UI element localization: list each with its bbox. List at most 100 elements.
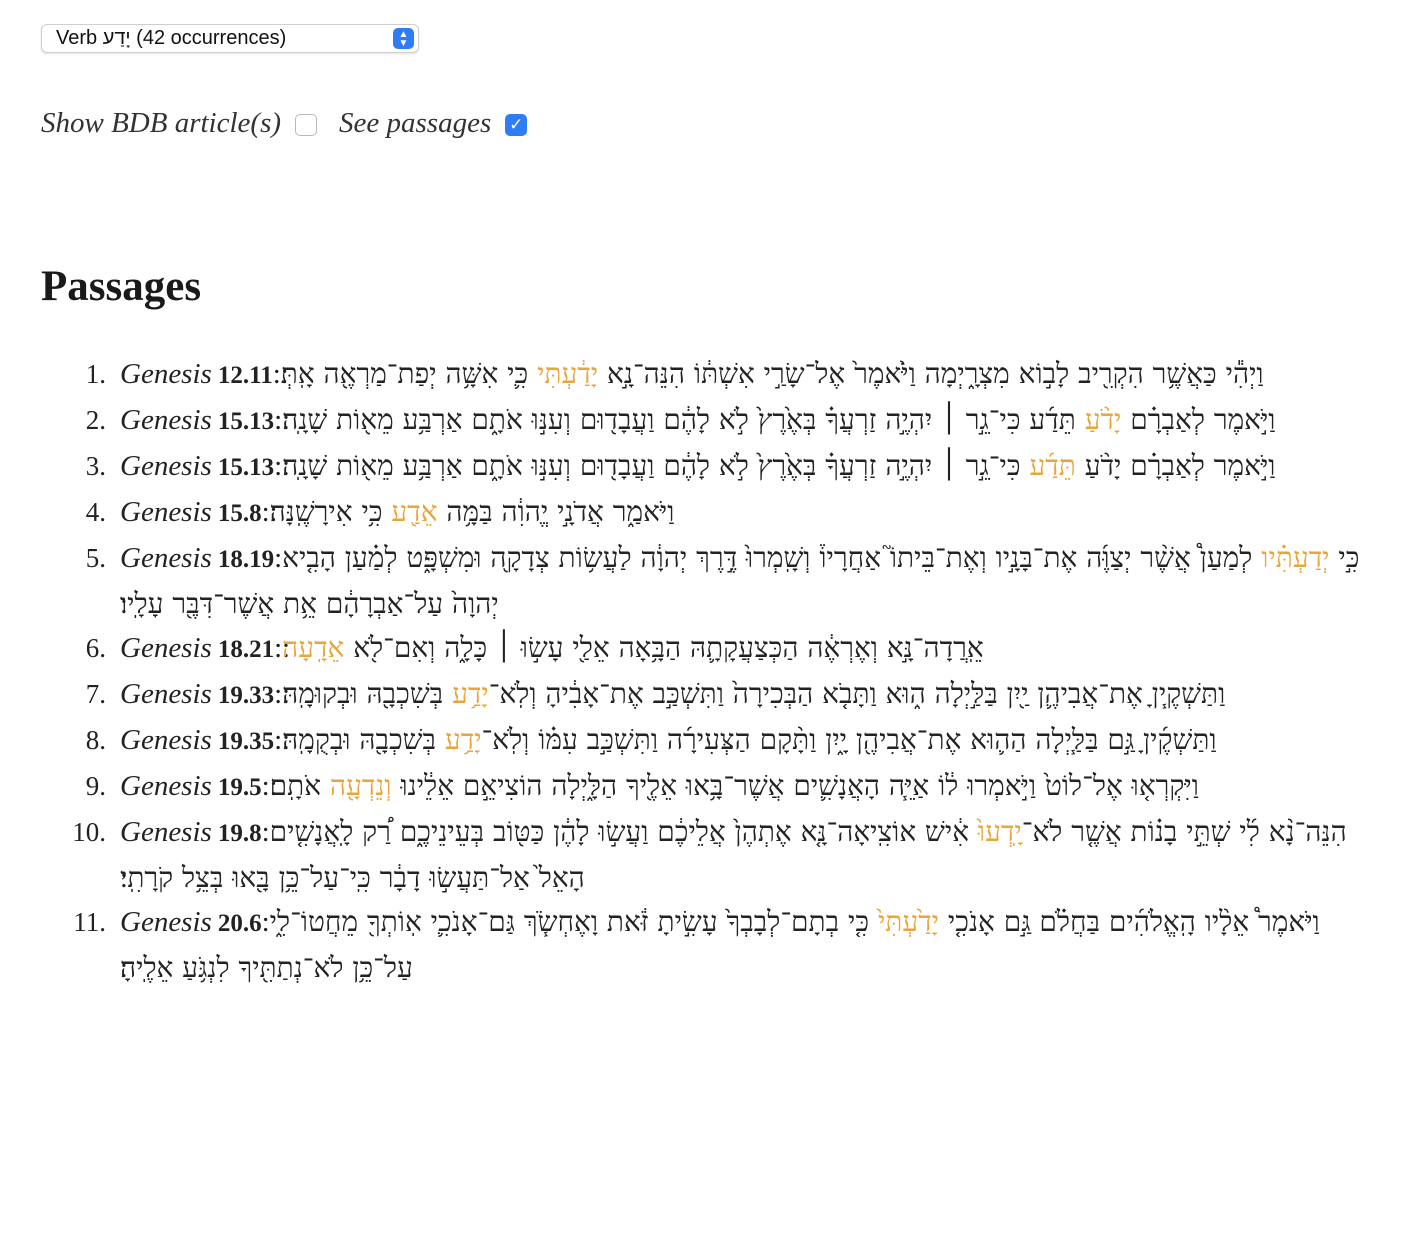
verse-text-after: לְמַעַן֩ אֲשֶׁ֨ר יְצַוֶּ֜ה אֶת־בָּנָ֣יו … [120, 541, 1262, 620]
passage-book: Genesis [120, 542, 212, 574]
passage-reference: 20.6 [217, 910, 262, 937]
lexeme-select-value: Verb יָדַע (42 occurrences) [56, 27, 287, 49]
hebrew-verse: אֵֽרֲדָה־נָּ֣א וְאֶרְאֶ֔ה הַכְּצַעֲקָתָ֛… [282, 631, 984, 664]
verse-text-after: בְּשִׁכְבָ֖הּ וּבְקוּמָֽהּ׃ [282, 677, 453, 710]
passage-book: Genesis [120, 358, 212, 390]
passage-number: 9. [85, 771, 106, 801]
passage-item: 1. Genesis 12.11: וַיְהִ֕י כַּאֲשֶׁ֥ר הִקְר… [0, 352, 1390, 398]
reference-separator: : [274, 632, 283, 664]
verse-text-before: וַתַּשְׁקֶ֧יןָ אֶת־אֲבִיהֶ֛ן יַ֖יִן בַּל… [488, 677, 1226, 710]
verse-text-before: וַיֹּאמֶר֩ אֵלָ֨יו הָֽאֱלֹהִ֜ים בַּחֲלֹ֗… [939, 905, 1320, 938]
lexeme-select[interactable]: Verb יָדַע (42 occurrences) ▲ ▼ [41, 24, 419, 53]
hebrew-verse: וַתַּשְׁקֶ֧יןָ אֶת־אֲבִיהֶ֛ן יַ֖יִן בַּל… [282, 677, 1225, 710]
passage-list: 1. Genesis 12.11: וַיְהִ֕י כַּאֲשֶׁ֥ר הִקְר… [0, 352, 1390, 990]
reference-separator: : [261, 770, 270, 802]
verse-text-before: וַיֹּ֣אמֶר לְאַבְרָ֗ם [1121, 403, 1276, 436]
passage-number: 1. [85, 359, 106, 389]
passage-number: 5. [85, 543, 106, 573]
passage-item: 10. Genesis 19.8: הִנֵּה־נָ֨א לִ֜י שְׁתֵּ֣י… [0, 810, 1390, 900]
highlighted-word: יָדֹ֨עַ [1084, 403, 1122, 436]
passage-book: Genesis [120, 906, 212, 938]
reference-separator: : [261, 496, 270, 528]
passage-item: 5. Genesis 18.19: כִּ֣י יְדַעְתִּ֗יו לְמַעַ… [0, 536, 1390, 626]
highlighted-word: יְדַעְתִּ֗יו [1261, 541, 1330, 574]
highlighted-word: יָֽדְעוּ֙ [977, 815, 1022, 848]
highlighted-word: יָדַ֙עְתִּי֙ [877, 905, 940, 938]
passage-item: 11. Genesis 20.6: וַיֹּאמֶר֩ אֵלָ֨יו הָֽאֱל… [0, 900, 1390, 990]
reference-separator: : [274, 678, 283, 710]
hebrew-verse: וַיְהִ֕י כַּאֲשֶׁ֥ר הִקְרִ֖יב לָב֣וֹא מִ… [281, 357, 1264, 390]
verse-text-before: וַיֹּ֣אמֶר לְאַבְרָ֗ם יָדֹ֨עַ [1075, 449, 1276, 482]
see-passages-label: See passages [339, 106, 492, 139]
highlighted-word: אֵדַ֖ע [391, 495, 438, 528]
passage-number: 8. [85, 725, 106, 755]
passage-reference: 15.8 [217, 500, 262, 527]
verse-text-after: כִּי־גֵ֣ר ׀ יִהְיֶ֣ה זַרְעֲךָ֗ בְּאֶ֙רֶץ… [282, 449, 1030, 482]
reference-separator: : [274, 542, 283, 574]
verse-text-before: וַתַּשְׁקֶ֜יןָ גַּ֣ם בַּלַּ֧יְלָה הַה֛וּ… [481, 723, 1217, 756]
passage-reference: 15.13 [217, 408, 275, 435]
passage-book: Genesis [120, 632, 212, 664]
options-row: Show BDB article(s) See passages ✓ [41, 103, 549, 143]
hebrew-verse: וַיֹּאמַ֑ר אֲדֹנָ֣י יֱהוִ֔ה בַּמָּ֥ה אֵד… [270, 495, 675, 528]
show-bdb-checkbox[interactable] [295, 114, 318, 136]
hebrew-verse: כִּ֣י יְדַעְתִּ֗יו לְמַעַן֩ אֲשֶׁ֨ר יְצַ… [120, 541, 1359, 620]
reference-separator: : [274, 404, 283, 436]
passage-book: Genesis [120, 724, 212, 756]
passage-number: 4. [85, 497, 106, 527]
passage-reference: 19.5 [217, 774, 262, 801]
see-passages-checkbox[interactable]: ✓ [505, 114, 528, 136]
verse-text-after: כִּ֥י אִירָשֶֽׁנָּה׃ [269, 495, 392, 528]
verse-text-after: כִּ֛י אִשָּׁ֥ה יְפַת־מַרְאֶ֖ה אָֽתְּ׃ [280, 357, 538, 390]
hebrew-verse: וַיִּקְרְא֤וּ אֶל־לוֹט֙ וַיֹּ֣אמְרוּ ל֔ו… [270, 769, 1199, 802]
passage-book: Genesis [120, 816, 212, 848]
hebrew-verse: וַיֹּ֣אמֶר לְאַבְרָ֗ם יָדֹ֨עַ תֵּדַ֜ע כִ… [282, 403, 1275, 436]
verse-text-before: כִּ֣י [1329, 541, 1360, 574]
verse-text-before: אֵֽרֲדָה־נָּ֣א וְאֶרְאֶ֔ה הַכְּצַעֲקָתָ֛… [344, 631, 984, 664]
verse-text-after: אֹתָֽם׃ [269, 769, 330, 802]
passage-reference: 12.11 [217, 362, 273, 389]
passage-item: 9. Genesis 19.5: וַיִּקְרְא֤וּ אֶל־לוֹט֙ וַ… [0, 764, 1390, 810]
select-stepper-icon[interactable]: ▲ ▼ [393, 28, 414, 49]
passage-reference: 15.13 [217, 454, 275, 481]
passage-number: 3. [85, 451, 106, 481]
passages-heading: Passages [41, 263, 202, 310]
passage-number: 7. [85, 679, 106, 709]
verse-text-after: בְּשִׁכְבָ֖הּ וּבְקֻמָֽהּ׃ [282, 723, 445, 756]
show-bdb-label: Show BDB article(s) [41, 106, 282, 139]
passage-reference: 18.19 [217, 546, 275, 573]
passage-item: 7. Genesis 19.33: וַתַּשְׁקֶ֧יןָ אֶת־אֲבִיה… [0, 672, 1390, 718]
highlighted-word: וְנֵדְעָ֖ה [329, 769, 392, 802]
highlighted-word: יָדַ֥ע [452, 677, 489, 710]
hebrew-verse: וַיֹּ֣אמֶר לְאַבְרָ֗ם יָדֹ֨עַ תֵּדַ֜ע כִ… [282, 449, 1275, 482]
passage-book: Genesis [120, 770, 212, 802]
passage-item: 2. Genesis 15.13: וַיֹּ֣אמֶר לְאַבְרָ֗ם יָד… [0, 398, 1390, 444]
verse-text-before: הִנֵּה־נָ֨א לִ֜י שְׁתֵּ֣י בָנ֗וֹת אֲשֶׁ֤… [1021, 815, 1347, 848]
passage-number: 2. [85, 405, 106, 435]
passage-number: 11. [73, 907, 106, 937]
passage-item: 4. Genesis 15.8: וַיֹּאמַ֑ר אֲדֹנָ֣י יֱהוִ֔… [0, 490, 1390, 536]
passage-book: Genesis [120, 496, 212, 528]
passage-book: Genesis [120, 450, 212, 482]
passage-item: 6. Genesis 18.21: אֵֽרֲדָה־נָּ֣א וְאֶרְאֶ֔ה… [0, 626, 1390, 672]
passage-book: Genesis [120, 678, 212, 710]
verse-text-before: וַיְהִ֕י כַּאֲשֶׁ֥ר הִקְרִ֖יב לָב֣וֹא מִ… [598, 357, 1264, 390]
hebrew-verse: הִנֵּה־נָ֨א לִ֜י שְׁתֵּ֣י בָנ֗וֹת אֲשֶׁ֤… [120, 815, 1347, 894]
reference-separator: : [272, 358, 281, 390]
reference-separator: : [261, 906, 270, 938]
passage-reference: 19.8 [217, 820, 262, 847]
passage-reference: 19.33 [217, 682, 275, 709]
reference-separator: : [261, 816, 270, 848]
passage-item: 3. Genesis 15.13: וַיֹּ֣אמֶר לְאַבְרָ֗ם יָד… [0, 444, 1390, 490]
passage-book: Genesis [120, 404, 212, 436]
reference-separator: : [274, 724, 283, 756]
verse-text-before: וַיִּקְרְא֤וּ אֶל־לוֹט֙ וַיֹּ֣אמְרוּ ל֔ו… [391, 769, 1199, 802]
passage-number: 6. [85, 633, 106, 663]
passage-reference: 19.35 [217, 728, 275, 755]
highlighted-word: יָדַ֔עְתִּי [537, 357, 599, 390]
reference-separator: : [274, 450, 283, 482]
passage-number: 10. [72, 817, 106, 847]
verse-text-after: תֵּדַ֜ע כִּי־גֵ֣ר ׀ יִהְיֶ֣ה זַרְעֲךָ֗ ב… [282, 403, 1085, 436]
highlighted-word: אֵדָֽעָה [282, 631, 345, 664]
passage-item: 8. Genesis 19.35: וַתַּשְׁקֶ֜יןָ גַּ֣ם בַּל… [0, 718, 1390, 764]
